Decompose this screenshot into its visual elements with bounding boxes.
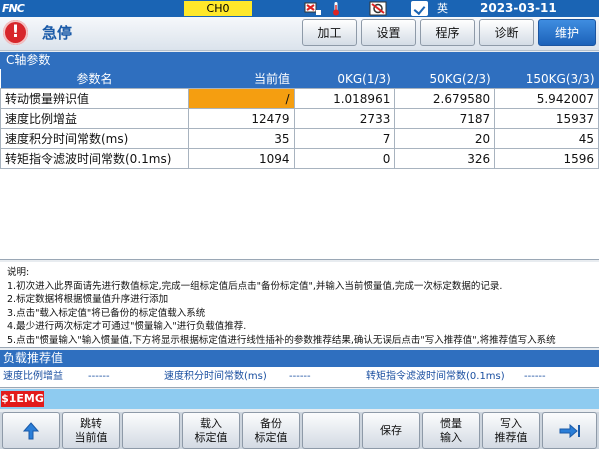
column-header: 参数名 [0,69,189,89]
column-header: 当前值 [188,69,295,89]
tab-maintenance[interactable]: 维护 [538,19,596,46]
calib-value-cell[interactable]: 2733 [293,108,396,129]
softkey-label: 写入 [500,416,522,430]
notes-line: 3.点击"载入标定值"将已备份的标定值载入系统 [7,307,206,319]
calib-value-cell[interactable]: 20 [394,128,496,149]
alarm-message-bar [0,389,599,409]
tool-icon [369,1,387,16]
calib-value-cell[interactable]: 326 [394,148,496,169]
softkey-label: 标定值 [254,430,288,444]
softkey-label: 当前值 [74,430,108,444]
calib-value-cell[interactable]: 7187 [394,108,496,129]
current-value-cell[interactable]: 12479 [187,108,295,129]
recommend-value: ------ [524,371,546,382]
top-status-bar: FNC CH0 英 2023-03-11 18:48:25 [0,0,599,32]
save-button[interactable]: 保存 [362,412,420,449]
calib-value-cell[interactable]: 1.018961 [293,88,396,109]
tab-diagnosis[interactable]: 诊断 [479,19,534,46]
network-warning-icon [304,2,321,15]
table-row[interactable]: 速度比例增益 12479 2733 7187 15937 [0,108,599,129]
param-name: 速度比例增益 [0,108,189,129]
jump-current-value-button[interactable]: 跳转 当前值 [62,412,120,449]
calib-value-cell[interactable]: 1596 [494,148,599,169]
table-header-row: 参数名 当前值 0KG(1/3) 50KG(2/3) 150KG(3/3) [0,69,599,89]
channel-indicator[interactable]: CH0 [184,1,252,16]
recommend-title-bar: 负载推荐值 [0,350,599,367]
softkey-label: 载入 [200,416,222,430]
panel-title-bar: C轴参数 [0,52,599,69]
param-name: 速度积分时间常数(ms) [0,128,189,149]
table-row[interactable]: 转矩指令滤波时间常数(0.1ms) 1094 0 326 1596 [0,148,599,169]
notes-line: 2.标定数据将根据惯量值升序进行添加 [7,294,169,305]
empty-softkey[interactable] [122,412,180,449]
calib-value-cell[interactable]: 7 [293,128,396,149]
softkey-label: 保存 [380,423,402,437]
up-arrow-icon [23,421,39,439]
calib-value-cell[interactable]: 15937 [494,108,599,129]
up-level-button[interactable] [2,412,60,449]
notes-title: 说明: [7,267,30,278]
softkey-label: 跳转 [80,416,102,430]
parameter-table-area: 参数名 当前值 0KG(1/3) 50KG(2/3) 150KG(3/3) 转动… [0,69,599,260]
backup-calibration-button[interactable]: 备份 标定值 [242,412,300,449]
param-name: 转动惯量辨识值 [0,88,189,109]
notes-line: 4.最少进行两次标定才可通过"惯量输入"进行负载值推荐. [7,321,247,332]
brand-logo: FNC [2,2,25,15]
current-value-cell[interactable]: / [187,88,295,109]
emergency-alarm-badge[interactable]: $1EMG [1,391,44,407]
temperature-icon [333,2,339,16]
machine-status: 急停 [42,24,73,42]
table-row[interactable]: 速度积分时间常数(ms) 35 7 20 45 [0,128,599,149]
calib-value-cell[interactable]: 5.942007 [494,88,599,109]
softkey-label: 备份 [260,416,282,430]
tab-program[interactable]: 程序 [420,19,475,46]
column-header: 150KG(3/3) [494,69,599,89]
recommend-value: ------ [289,371,311,382]
notes-line: 5.点击"惯量输入"输入惯量值,下方将显示根据标定值进行线性插补的参数推荐结果,… [7,334,556,346]
calib-value-cell[interactable]: 0 [293,148,396,169]
column-header: 0KG(1/3) [294,69,395,89]
tab-machining[interactable]: 加工 [302,19,357,46]
inertia-input-button[interactable]: 惯量 输入 [422,412,480,449]
softkey-label: 惯量 [440,416,462,430]
recommend-label: 转矩指令滤波时间常数(0.1ms) [366,371,505,382]
tab-settings[interactable]: 设置 [361,19,416,46]
column-header: 50KG(2/3) [394,69,495,89]
main-header: ! 急停 加工 设置 程序 诊断 维护 [0,17,599,51]
write-recommend-button[interactable]: 写入 推荐值 [482,412,540,449]
softkey-label: 输入 [440,430,462,444]
next-page-icon [559,423,580,438]
param-name: 转矩指令滤波时间常数(0.1ms) [0,148,189,169]
check-icon [411,1,428,16]
parameter-table: 参数名 当前值 0KG(1/3) 50KG(2/3) 150KG(3/3) 转动… [0,69,599,169]
calib-value-cell[interactable]: 45 [494,128,599,149]
recommend-value: ------ [88,371,110,382]
recommend-label: 速度比例增益 [3,371,63,382]
current-value-cell[interactable]: 1094 [187,148,295,169]
estop-icon: ! [3,20,28,45]
softkey-label: 标定值 [194,430,228,444]
empty-softkey[interactable] [302,412,360,449]
panel-title: C轴参数 [6,53,51,67]
recommend-title: 负载推荐值 [3,351,64,365]
calib-value-cell[interactable]: 2.679580 [394,88,496,109]
load-calibration-button[interactable]: 载入 标定值 [182,412,240,449]
softkey-bar: 跳转 当前值 载入 标定值 备份 标定值 保存 惯量 输入 写入 推荐值 [0,412,599,449]
current-value-cell[interactable]: 35 [187,128,295,149]
recommend-row: 速度比例增益 ------ 速度积分时间常数(ms) ------ 转矩指令滤波… [0,367,599,388]
recommend-label: 速度积分时间常数(ms) [164,371,267,382]
softkey-label: 推荐值 [494,430,528,444]
table-row[interactable]: 转动惯量辨识值 / 1.018961 2.679580 5.942007 [0,88,599,109]
instructions-panel: 说明: 1.初次进入此界面请先进行数值标定,完成一组标定值后点击"备份标定值",… [0,262,599,348]
next-page-button[interactable] [542,412,597,449]
notes-line: 1.初次进入此界面请先进行数值标定,完成一组标定值后点击"备份标定值",并输入当… [7,280,503,292]
language-indicator[interactable]: 英 [437,1,448,16]
